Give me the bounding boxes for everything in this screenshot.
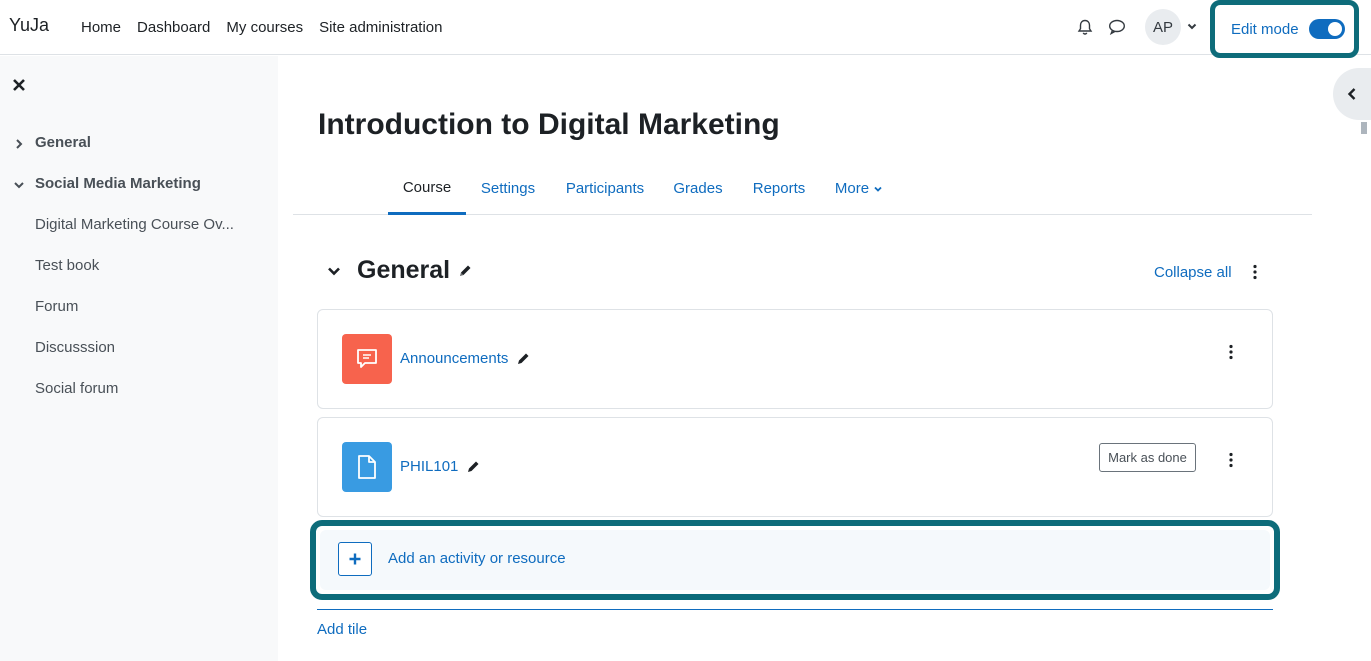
chevron-right-icon (13, 137, 25, 149)
plus-icon (338, 542, 372, 576)
nav-my-courses[interactable]: My courses (218, 19, 311, 36)
drawer-section-label: General (35, 134, 91, 151)
navbar-icons (1072, 14, 1136, 40)
site-logo[interactable]: YuJa (9, 15, 49, 36)
nav-dashboard[interactable]: Dashboard (129, 19, 218, 36)
tab-reports[interactable]: Reports (743, 162, 815, 215)
edit-mode-label[interactable]: Edit mode (1231, 21, 1299, 38)
activity-card-phil101: PHIL101 Mark as done (317, 417, 1273, 517)
course-index-drawer: General Social Media Marketing Digital M… (0, 56, 278, 661)
nav-site-administration[interactable]: Site administration (311, 19, 450, 36)
drawer-item-social-forum[interactable]: Social forum (35, 380, 118, 397)
add-activity-label: Add an activity or resource (388, 550, 566, 567)
section-header: General (326, 256, 472, 285)
activity-name[interactable]: PHIL101 (400, 458, 480, 475)
scrollbar[interactable] (1361, 122, 1367, 134)
user-avatar[interactable]: AP (1145, 9, 1181, 45)
drawer-item-forum[interactable]: Forum (35, 298, 78, 315)
activity-name-label: PHIL101 (400, 458, 459, 475)
activity-kebab-icon[interactable] (1228, 344, 1234, 365)
drawer-item-discussion[interactable]: Discusssion (35, 339, 115, 356)
add-activity-highlight: Add an activity or resource (310, 520, 1280, 600)
pencil-icon[interactable] (466, 460, 480, 474)
tab-more-label: More (834, 180, 870, 197)
drawer-section-social-media-marketing[interactable]: Social Media Marketing (13, 175, 201, 192)
messages-chat-icon[interactable] (1104, 14, 1130, 40)
chevron-down-icon[interactable] (326, 263, 342, 279)
drawer-section-general[interactable]: General (13, 134, 91, 151)
page-title: Introduction to Digital Marketing (318, 108, 780, 141)
tab-participants[interactable]: Participants (557, 162, 653, 215)
forum-icon (342, 334, 392, 384)
chevron-down-icon (13, 178, 25, 190)
activity-kebab-icon[interactable] (1228, 452, 1234, 473)
add-activity-button[interactable]: Add an activity or resource (320, 530, 1270, 590)
mark-as-done-button[interactable]: Mark as done (1099, 443, 1196, 472)
drawer-item-test-book[interactable]: Test book (35, 257, 99, 274)
block-drawer-toggle[interactable] (1333, 68, 1371, 120)
chevron-left-icon (1347, 88, 1356, 100)
top-navbar: YuJa Home Dashboard My courses Site admi… (0, 0, 1371, 58)
tab-course[interactable]: Course (388, 162, 466, 215)
activity-card-announcements: Announcements (317, 309, 1273, 409)
collapse-all-link[interactable]: Collapse all (1154, 264, 1232, 281)
edit-mode-control: Edit mode (1210, 0, 1359, 58)
add-tile-link[interactable]: Add tile (317, 621, 367, 638)
chevron-down-icon (874, 186, 882, 192)
pencil-icon[interactable] (516, 352, 530, 366)
course-secondary-nav: Course Settings Participants Grades Repo… (293, 162, 1312, 215)
page-icon (342, 442, 392, 492)
nav-home[interactable]: Home (73, 19, 129, 36)
primary-navigation: Home Dashboard My courses Site administr… (73, 0, 451, 55)
section-title: General (357, 256, 451, 284)
drawer-section-label: Social Media Marketing (35, 175, 201, 192)
tab-more[interactable]: More (828, 162, 890, 215)
pencil-icon[interactable] (458, 264, 472, 278)
chevron-down-icon[interactable] (1186, 19, 1198, 31)
tab-settings[interactable]: Settings (471, 162, 545, 215)
close-icon[interactable] (12, 78, 26, 92)
drawer-item-course-overview[interactable]: Digital Marketing Course Ov... (35, 216, 234, 233)
activity-name[interactable]: Announcements (400, 350, 530, 367)
notifications-bell-icon[interactable] (1072, 14, 1098, 40)
tab-grades[interactable]: Grades (665, 162, 731, 215)
section-divider (317, 609, 1273, 610)
edit-mode-toggle[interactable] (1308, 19, 1345, 39)
section-kebab-icon[interactable] (1252, 264, 1258, 285)
activity-name-label: Announcements (400, 350, 509, 367)
